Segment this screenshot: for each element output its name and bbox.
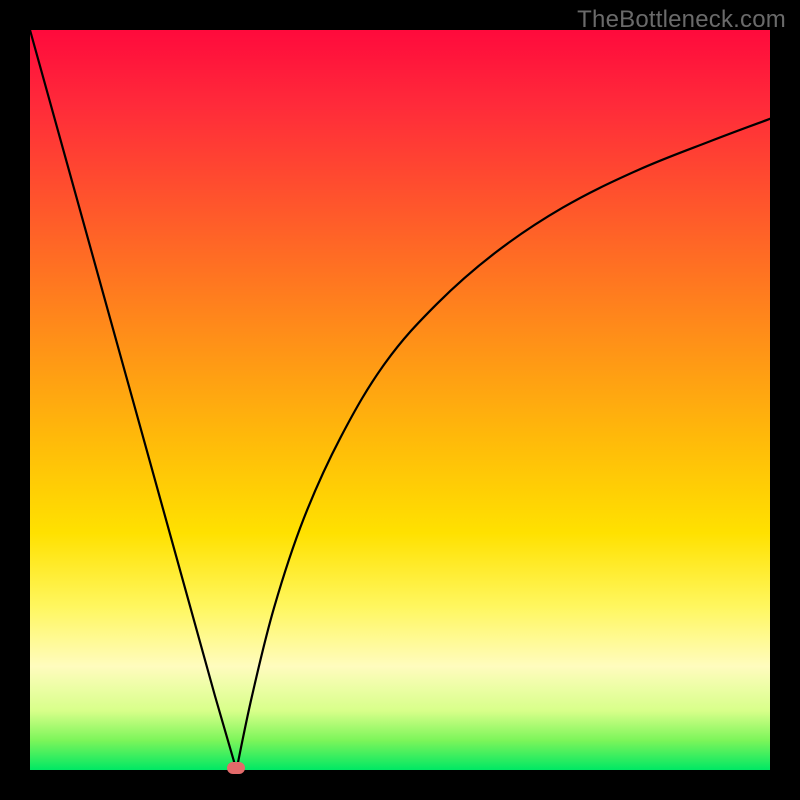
minimum-marker [227,762,245,774]
chart-frame: TheBottleneck.com [0,0,800,800]
bottleneck-curve [30,30,770,770]
plot-area [30,30,770,770]
